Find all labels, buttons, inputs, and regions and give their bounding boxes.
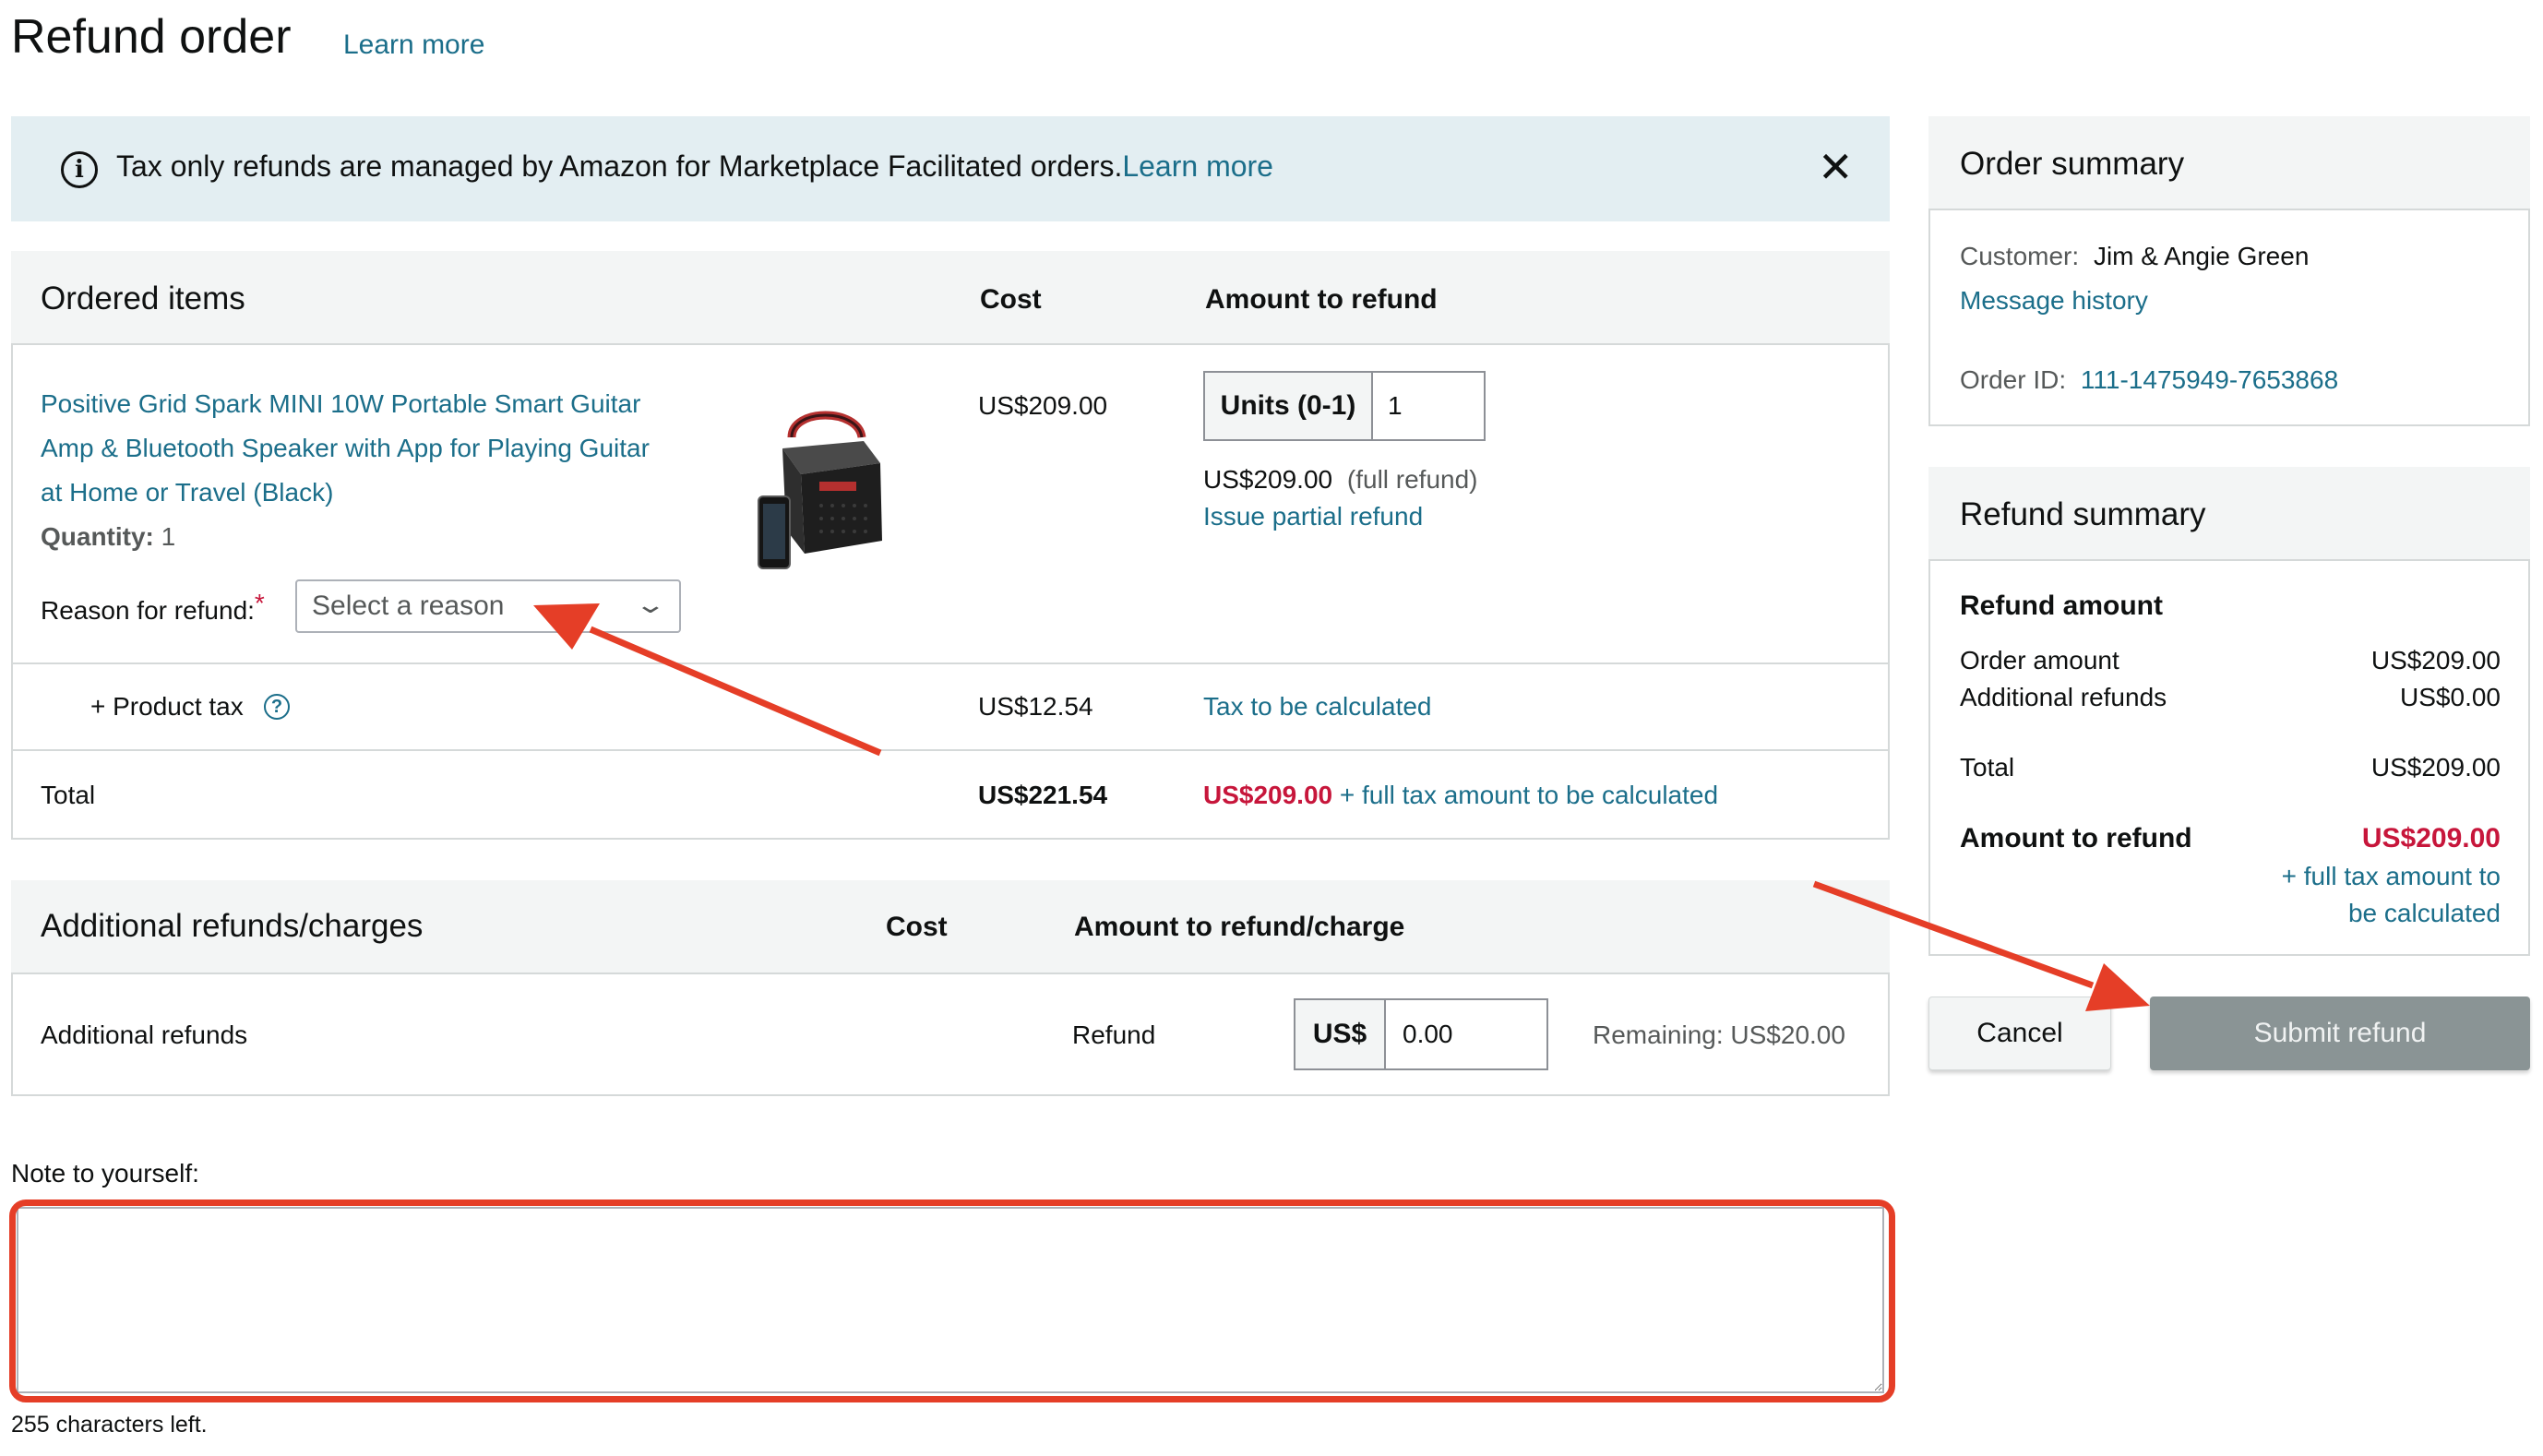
customer: Customer: Jim & Angie Green bbox=[1960, 242, 2309, 271]
product-image[interactable] bbox=[755, 400, 891, 578]
additional-refunds-label: Additional refunds bbox=[41, 1020, 248, 1049]
total-refund-amount: US$209.00 bbox=[1203, 781, 1333, 809]
units-label: Units (0-1) bbox=[1205, 373, 1373, 439]
order-id: Order ID: 111-1475949-7653868 bbox=[1960, 365, 2338, 395]
refund-summary-heading: Refund summary bbox=[1960, 496, 2206, 532]
additional-amount-input-group: US$ 0.00 bbox=[1294, 998, 1548, 1070]
alert-text: Tax only refunds are managed by Amazon f… bbox=[116, 149, 1123, 183]
product-title-link[interactable]: at Home or Travel (Black) bbox=[41, 478, 333, 507]
ordered-items-header bbox=[11, 251, 1890, 345]
units-input-group: Units (0-1) 1 bbox=[1203, 371, 1486, 441]
refund-amount-heading: Refund amount bbox=[1960, 591, 2163, 621]
order-id-link[interactable]: 111-1475949-7653868 bbox=[2081, 365, 2338, 394]
reason-label-text: Reason for refund: bbox=[41, 596, 255, 625]
message-history-link[interactable]: Message history bbox=[1960, 286, 2148, 316]
reason-label: Reason for refund:* bbox=[41, 589, 265, 626]
summary-total-label: Total bbox=[1960, 753, 2015, 782]
chevron-down-icon: ⌄ bbox=[634, 591, 667, 618]
refund-amount: US$209.00 (full refund) bbox=[1203, 465, 1478, 495]
quantity-value: 1 bbox=[161, 522, 176, 551]
help-icon[interactable]: ? bbox=[264, 694, 290, 720]
cost-column-header: Cost bbox=[980, 284, 1042, 315]
page-title: Refund order bbox=[11, 10, 292, 64]
reason-select-placeholder: Select a reason bbox=[312, 591, 505, 621]
ordered-items-heading: Ordered items bbox=[41, 280, 245, 316]
note-label: Note to yourself: bbox=[11, 1159, 199, 1187]
order-amount-value: US$209.00 bbox=[2370, 646, 2501, 674]
divider bbox=[11, 662, 1890, 664]
additional-cost-header: Cost bbox=[886, 912, 948, 942]
learn-more-link[interactable]: Learn more bbox=[343, 30, 484, 61]
product-tax-cost: US$12.54 bbox=[978, 692, 1093, 721]
item-cost: US$209.00 bbox=[978, 391, 1108, 420]
total-refund-note: + full tax amount to be calculated bbox=[1339, 781, 1719, 809]
additional-refunds-summary-value: US$0.00 bbox=[2400, 683, 2501, 711]
total-refund: US$209.00 + full tax amount to be calcul… bbox=[1203, 781, 1718, 810]
refund-amount-note: (full refund) bbox=[1346, 465, 1478, 494]
summary-tax-note-line1: + full tax amount to bbox=[2281, 862, 2501, 890]
characters-left: 255 characters left. bbox=[11, 1412, 208, 1438]
alert-message: Tax only refunds are managed by Amazon f… bbox=[116, 149, 1273, 184]
cancel-button[interactable]: Cancel bbox=[1928, 997, 2111, 1070]
quantity: Quantity: 1 bbox=[41, 522, 175, 552]
order-amount-label: Order amount bbox=[1960, 646, 2119, 674]
annotation-highlight-box bbox=[9, 1199, 1895, 1402]
remaining-amount: Remaining: US$20.00 bbox=[1593, 1020, 1845, 1049]
info-icon: i bbox=[61, 151, 98, 188]
customer-label: Customer: bbox=[1960, 242, 2080, 270]
submit-refund-button[interactable]: Submit refund bbox=[2150, 997, 2530, 1070]
product-tax-label: + Product tax bbox=[90, 692, 244, 721]
amount-to-refund-value: US$209.00 bbox=[2361, 823, 2501, 853]
refund-type: Refund bbox=[1072, 1020, 1156, 1049]
additional-refunds-heading: Additional refunds/charges bbox=[41, 908, 424, 944]
divider bbox=[11, 749, 1890, 751]
issue-partial-refund-link[interactable]: Issue partial refund bbox=[1203, 502, 1423, 531]
alert-learn-more-link[interactable]: Learn more bbox=[1122, 149, 1273, 183]
currency-label: US$ bbox=[1295, 1000, 1386, 1068]
close-icon[interactable]: ✕ bbox=[1818, 146, 1854, 188]
additional-refunds-summary-label: Additional refunds bbox=[1960, 683, 2167, 711]
summary-tax-note-line2: be calculated bbox=[2347, 899, 2501, 927]
summary-total-value: US$209.00 bbox=[2370, 753, 2501, 782]
total-cost: US$221.54 bbox=[978, 781, 1108, 809]
tax-to-be-calculated: Tax to be calculated bbox=[1203, 692, 1432, 721]
additional-amount-header: Amount to refund/charge bbox=[1074, 912, 1405, 942]
quantity-label: Quantity: bbox=[41, 522, 154, 551]
required-marker: * bbox=[254, 589, 265, 617]
total-label: Total bbox=[41, 781, 96, 809]
order-summary-heading: Order summary bbox=[1960, 146, 2185, 182]
units-input[interactable]: 1 bbox=[1388, 373, 1403, 439]
refund-amount-value: US$209.00 bbox=[1203, 465, 1333, 494]
customer-name: Jim & Angie Green bbox=[2093, 242, 2310, 270]
order-id-label: Order ID: bbox=[1960, 365, 2067, 394]
additional-amount-input[interactable]: 0.00 bbox=[1403, 1000, 1453, 1068]
amount-to-refund-label: Amount to refund bbox=[1960, 823, 2192, 853]
amount-column-header: Amount to refund bbox=[1205, 284, 1438, 315]
product-title-link[interactable]: Amp & Bluetooth Speaker with App for Pla… bbox=[41, 434, 650, 463]
product-title-link[interactable]: Positive Grid Spark MINI 10W Portable Sm… bbox=[41, 389, 640, 419]
